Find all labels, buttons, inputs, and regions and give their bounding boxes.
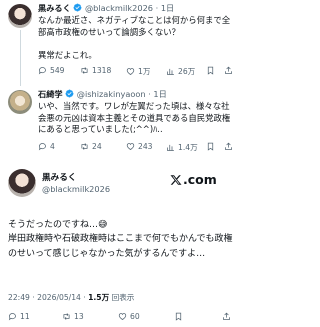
views-count: 26万 (178, 67, 196, 76)
avatar[interactable] (8, 169, 36, 197)
tweet-2[interactable]: 石綺学 @ishizakinyaoon · 1日 いや、当然です。ワレが左翼だっ… (0, 86, 240, 158)
repost-button[interactable]: 1318 (80, 66, 111, 75)
timestamp[interactable]: 1日 (153, 89, 166, 99)
tweet-text: いや、当然です。ワレが左翼だった頃は、様々な社会悪の元凶は資本主義とその道具であ… (38, 101, 231, 135)
tweet-meta: 22:49 · 2026/05/14 · 1.5万 回表示 (8, 292, 134, 303)
reply-count: 549 (50, 66, 65, 75)
main-tweet: 黒みるく @blackmilk2026 .com そうだったのですね…😅 岸田政… (0, 165, 240, 327)
views-icon (167, 144, 174, 151)
display-name[interactable]: 黒みるく (42, 171, 76, 183)
reply-icon (8, 313, 16, 321)
share-button[interactable] (224, 66, 233, 75)
avatar[interactable] (8, 4, 32, 28)
separator: · (155, 3, 159, 13)
views-label: 回表示 (109, 293, 135, 302)
like-icon (126, 143, 135, 150)
bookmark-icon (207, 142, 214, 151)
tweet-header: 黒みるく @blackmilk2026 · 1日 (38, 3, 174, 13)
action-bar: 4 24 243 1.4万 (38, 142, 236, 154)
repost-icon (81, 67, 88, 74)
thread-line (19, 30, 21, 86)
views-count: 1.4万 (178, 143, 198, 152)
timestamp[interactable]: 22:49 · 2026/05/14 · (8, 293, 88, 302)
share-button[interactable] (224, 142, 233, 151)
repost-button[interactable]: 24 (80, 142, 102, 151)
views-button[interactable]: 1.4万 (166, 142, 198, 153)
bookmark-icon (207, 66, 214, 75)
reply-count: 4 (50, 142, 55, 151)
verified-badge-icon (65, 89, 74, 98)
tweet-text: そうだったのですね…😅 岸田政権時や石破政権時はここまで何でもかんでも政権のせい… (8, 220, 233, 259)
bookmark-button[interactable] (206, 66, 215, 75)
user-handle[interactable]: @blackmilk2026 (85, 3, 153, 13)
share-button[interactable] (222, 312, 231, 321)
user-handle[interactable]: @ishizakinyaoon (77, 89, 146, 99)
views-icon (167, 68, 174, 75)
repost-count: 13 (74, 312, 84, 321)
reply-button[interactable]: 11 (8, 312, 30, 321)
share-icon (225, 142, 232, 150)
reply-button[interactable]: 549 (38, 66, 65, 75)
x-logo-icon (170, 174, 182, 185)
bookmark-icon (175, 312, 182, 321)
reply-button[interactable]: 4 (38, 142, 55, 151)
display-name[interactable]: 石綺学 (38, 89, 63, 99)
like-count: 1万 (138, 67, 151, 76)
tweet-text: なんか最近さ、ネガティブなことは何から何まで全部高市政権のせいって論調多くない？… (38, 15, 231, 60)
bookmark-button[interactable] (206, 142, 215, 151)
repost-button[interactable]: 13 (62, 312, 84, 321)
tweet-header: 石綺学 @ishizakinyaoon · 1日 (38, 89, 167, 99)
avatar[interactable] (8, 90, 32, 114)
repost-count: 24 (92, 142, 102, 151)
tweet-1[interactable]: 黒みるく @blackmilk2026 · 1日 なんか最近さ、ネガティブなこと… (0, 0, 240, 86)
share-icon (225, 66, 232, 74)
repost-icon (81, 143, 88, 150)
verified-badge-icon (73, 3, 82, 12)
like-icon (126, 68, 135, 75)
repost-count: 1318 (92, 66, 112, 75)
x-logo: .com (170, 172, 217, 187)
reply-icon (38, 67, 46, 75)
like-button[interactable]: 243 (126, 142, 153, 151)
reply-icon (38, 143, 46, 151)
like-count: 243 (138, 142, 153, 151)
x-logo-text: .com (183, 172, 217, 187)
reply-count: 11 (20, 312, 30, 321)
user-handle[interactable]: @blackmilk2026 (42, 184, 110, 194)
separator: · (148, 89, 151, 99)
display-name[interactable]: 黒みるく (38, 3, 71, 13)
views-count: 1.5万 (88, 293, 110, 302)
action-bar: 11 13 60 (0, 312, 240, 324)
timestamp[interactable]: 1日 (161, 3, 174, 13)
action-bar: 549 1318 1万 26万 (38, 66, 236, 78)
views-button[interactable]: 26万 (166, 66, 195, 77)
like-button[interactable]: 60 (118, 312, 140, 321)
share-icon (223, 312, 230, 320)
like-button[interactable]: 1万 (126, 66, 150, 77)
like-count: 60 (130, 312, 140, 321)
repost-icon (63, 313, 70, 320)
like-icon (118, 313, 127, 320)
bookmark-button[interactable] (174, 312, 183, 321)
